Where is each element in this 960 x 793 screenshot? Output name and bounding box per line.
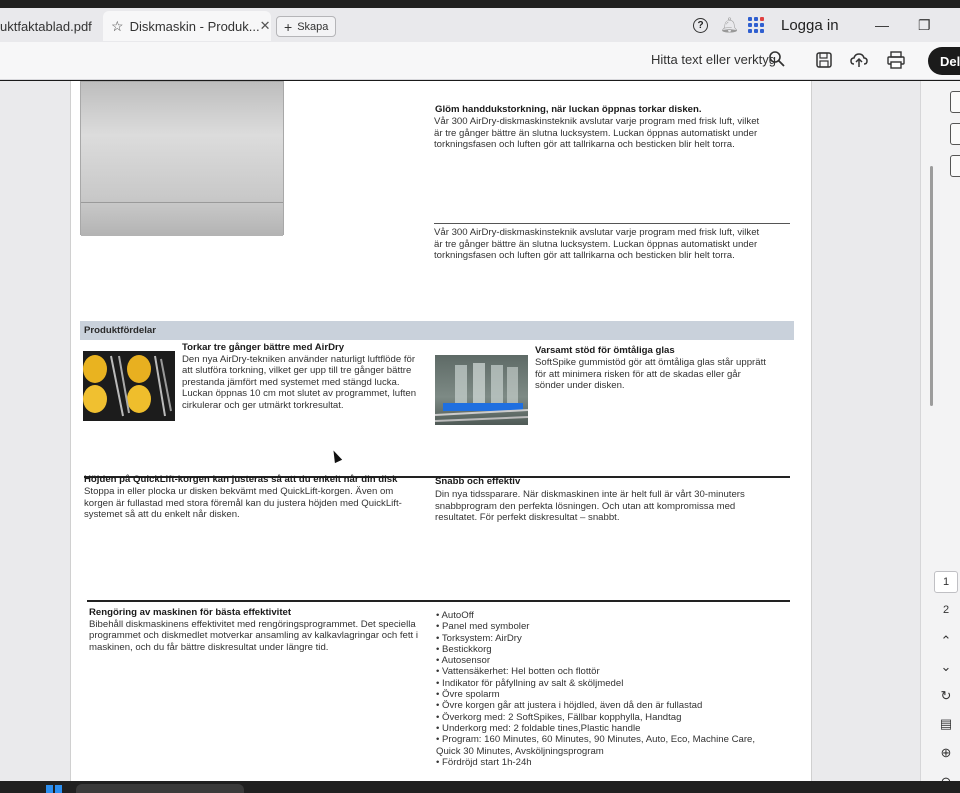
window-top-strip: [0, 0, 960, 8]
feature-list: • AutoOff • Panel med symboler • Torksys…: [436, 610, 776, 768]
divider: [87, 600, 790, 602]
chevron-down-icon[interactable]: ⌄: [938, 659, 954, 675]
benefit3-title: Höjden på QuickLift-korgen kan justeras …: [84, 474, 398, 485]
benefit2-line-3: sönder under disken.: [535, 380, 625, 391]
share-button[interactable]: Del: [928, 47, 960, 75]
benefit2-title: Varsamt stöd för ömtåliga glas: [535, 345, 675, 356]
benefit4-line-3: resultatet. För perfekt diskresultat – s…: [435, 512, 620, 523]
feature-item: • Torksystem: AirDry: [436, 632, 522, 644]
airdry-line-3: torkningsfasen och luften gör att tallri…: [434, 139, 735, 150]
upload-cloud-icon[interactable]: [850, 51, 868, 69]
benefit3-line-3: systemet så att du enkelt når disken.: [84, 509, 240, 520]
divider: [434, 223, 790, 224]
feature-item: • Underkorg med: 2 foldable tines,Plasti…: [436, 722, 641, 734]
notifications-button[interactable]: 🔔︎: [720, 8, 739, 42]
benefit3-line-1: Stoppa in eller plocka ur disken bekvämt…: [84, 486, 394, 497]
benefit2-line-1: SoftSpike gummistöd gör att ömtåliga gla…: [535, 357, 766, 368]
feature-item: • Fördröjd start 1h-24h: [436, 756, 532, 768]
tab-product-sheet[interactable]: uktfaktablad.pdf: [0, 11, 100, 41]
help-button[interactable]: ?: [693, 8, 708, 42]
tab-label: Diskmaskin - Produk...: [129, 18, 260, 34]
softspike-glass-image: [435, 355, 528, 425]
benefit4-line-1: Din nya tidssparare. När diskmaskinen in…: [435, 489, 745, 500]
feature-item: • Övre korgen går att justera i höjdled,…: [436, 700, 703, 712]
close-icon[interactable]: ✕: [260, 18, 271, 34]
restore-button[interactable]: ❐: [918, 8, 931, 42]
airdry-line-2: är tre gånger bättre än slutna lucksyste…: [434, 127, 758, 139]
right-tool-panel: [920, 81, 960, 793]
find-text-label[interactable]: Hitta text eller verktyg: [651, 52, 776, 67]
feature-item: Quick 30 Minutes, Avsköljningsprogram: [436, 745, 604, 757]
tab-label: uktfaktablad.pdf: [0, 18, 92, 34]
airdry2-line-3: torkningsfasen och luften gör att tallri…: [434, 250, 735, 261]
vertical-scrollbar[interactable]: [930, 166, 933, 406]
benefit5-line-2: programmet och diskmedlet motverkar ansa…: [89, 630, 418, 641]
airdry-line-1: Vår 300 AirDry-diskmaskinsteknik avsluta…: [434, 116, 760, 127]
feature-item: • Program: 160 Minutes, 60 Minutes, 90 M…: [436, 734, 756, 746]
search-icon[interactable]: [768, 50, 786, 68]
taskbar-search[interactable]: [76, 784, 244, 793]
os-taskbar: [0, 781, 960, 793]
windows-start-icon[interactable]: [46, 785, 62, 793]
login-link[interactable]: Logga in: [781, 8, 839, 42]
print-icon[interactable]: [887, 51, 905, 69]
refresh-icon[interactable]: ↻: [938, 688, 954, 704]
bell-icon: 🔔︎: [720, 17, 740, 34]
benefit1-title: Torkar tre gånger bättre med AirDry: [182, 342, 345, 353]
benefit5-line-1: Bibehåll diskmaskinens effektivitet med …: [89, 618, 416, 630]
feature-item: • Indikator för påfyllning av salt & skö…: [436, 677, 624, 689]
benefit5-line-3: maskinen, och du får bättre diskresultat…: [89, 641, 329, 653]
benefit2-line-2: för att minimera risken för att de skada…: [535, 368, 741, 380]
benefit1-line-4: Luckan öppnas 10 cm mot slutet av progra…: [182, 388, 417, 399]
benefit4-line-2: snabbprogram den perfekta lösningen. Och…: [435, 500, 736, 512]
plus-icon: +: [284, 18, 293, 35]
browser-tab-bar: uktfaktablad.pdf ☆ Diskmaskin - Produk..…: [0, 8, 960, 42]
restore-icon: ❐: [918, 16, 931, 33]
bookmark-icon[interactable]: [950, 123, 960, 145]
tab-dishwasher[interactable]: ☆ Diskmaskin - Produk... ✕: [103, 11, 271, 41]
help-icon: ?: [693, 17, 708, 33]
benefit5-title: Rengöring av maskinen för bästa effektiv…: [89, 607, 292, 618]
feature-item: • Överkorg med: 2 SoftSpikes, Fällbar ko…: [436, 711, 682, 723]
feature-item: • Bestickkorg: [436, 643, 492, 655]
create-button[interactable]: + Skapa: [276, 16, 337, 37]
dishwasher-front-image: [80, 81, 284, 236]
airdry2-line-2: är tre gånger bättre än slutna lucksyste…: [434, 238, 758, 250]
comment-icon[interactable]: [950, 91, 960, 113]
benefit1-line-2: att slutföra torkning, vilket ger upp ti…: [182, 365, 412, 376]
minimize-icon: —: [875, 17, 889, 33]
apps-grid-icon: [748, 17, 764, 33]
create-button-label: Skapa: [297, 20, 329, 33]
pdf-toolbar: Hitta text eller verktyg Del: [0, 42, 960, 80]
pages-icon[interactable]: [950, 155, 960, 177]
airdry2-line-1: Vår 300 AirDry-diskmaskinsteknik avsluta…: [434, 227, 760, 238]
benefit4-title: Snabb och effektiv: [435, 476, 521, 487]
chevron-up-icon[interactable]: ⌃: [938, 633, 954, 649]
section-header: Produktfördelar: [80, 321, 794, 340]
benefit3-line-2: korgen är fullastad med stora föremål ka…: [84, 497, 402, 509]
page-thumb-1[interactable]: 1: [934, 571, 958, 593]
minimize-button[interactable]: —: [875, 8, 889, 42]
benefit1-line-1: Den nya AirDry-tekniken använder naturli…: [182, 353, 416, 365]
page-thumb-2[interactable]: 2: [934, 599, 958, 621]
benefit1-line-5: cirkulerar och ger utmärkt torkresultat.: [182, 399, 344, 411]
fit-page-icon[interactable]: ▤: [938, 716, 954, 732]
pdf-viewer: Glöm handdukstorkning, när luckan öppnas…: [0, 81, 960, 793]
save-icon[interactable]: [815, 51, 833, 69]
feature-item: • AutoOff: [436, 610, 474, 621]
airdry-title: Glöm handdukstorkning, när luckan öppnas…: [435, 104, 702, 115]
zoom-in-icon[interactable]: ⊕: [938, 745, 954, 761]
apps-button[interactable]: [748, 8, 764, 42]
airdry-lemon-image: [83, 351, 175, 421]
share-button-label: Del: [940, 53, 960, 69]
feature-item: • Övre spolarm: [436, 689, 500, 701]
feature-item: • Panel med symboler: [436, 621, 530, 633]
login-label: Logga in: [781, 16, 839, 34]
star-icon[interactable]: ☆: [111, 18, 124, 35]
section-title: Produktfördelar: [84, 325, 156, 336]
feature-item: • Autosensor: [436, 655, 491, 667]
benefit1-line-3: prestanda jämfört med systemet med stäng…: [182, 376, 400, 388]
feature-item: • Vattensäkerhet: Hel botten och flottör: [436, 666, 600, 678]
